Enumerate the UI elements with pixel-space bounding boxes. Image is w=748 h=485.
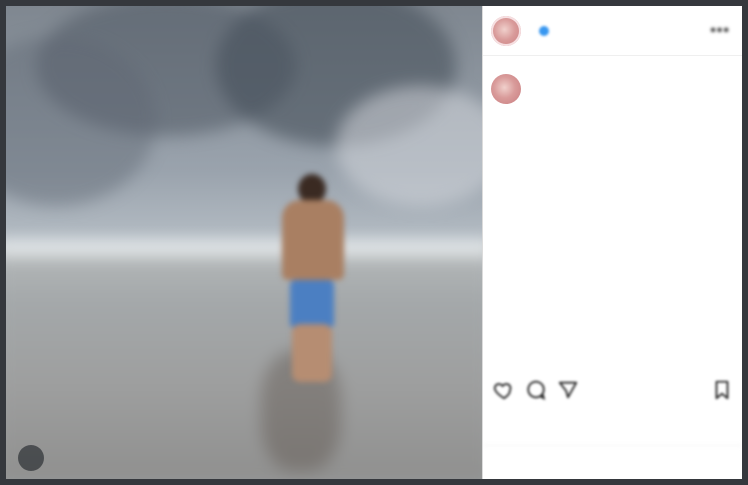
heart-icon[interactable] [493,379,515,401]
post-side-panel: ••• [482,6,742,479]
verified-icon [539,25,549,36]
post-header: ••• [483,6,742,56]
figure-body [282,200,344,280]
avatar[interactable] [491,15,521,46]
figure-shorts [290,280,334,328]
instagram-post-window: ••• [0,0,748,485]
photo-blur-layer [6,6,482,479]
photo-tag-button[interactable] [18,445,44,471]
sea-area [6,256,482,479]
post-actions [493,376,733,404]
more-options-button[interactable]: ••• [710,22,730,40]
post-photo [6,6,482,479]
caption-avatar[interactable] [491,74,521,104]
caption-row [491,74,728,104]
figure-legs [292,324,332,382]
beach-figure [276,174,358,389]
caption-area [483,66,742,366]
share-icon[interactable] [557,379,579,401]
bookmark-icon[interactable] [711,379,733,401]
comment-icon[interactable] [525,379,547,401]
comment-input[interactable] [483,445,742,479]
